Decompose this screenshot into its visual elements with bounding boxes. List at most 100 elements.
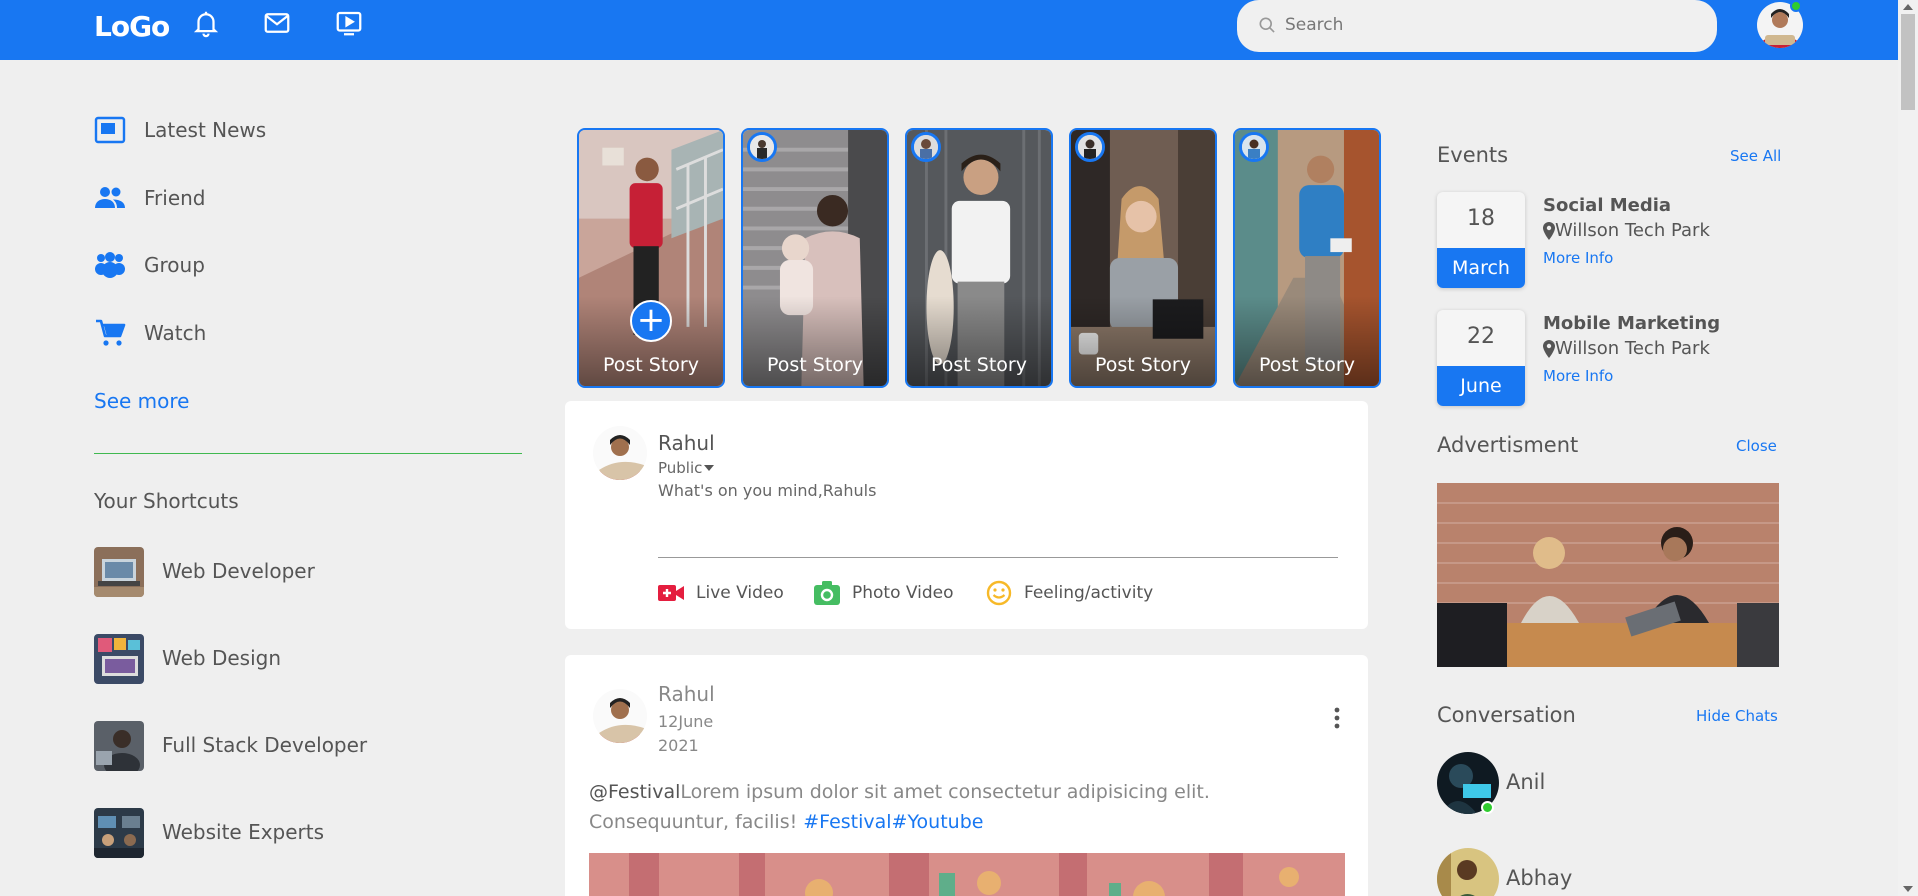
post-body: @FestivalLorem ipsum dolor sit amet cons…: [589, 777, 1349, 837]
search-input[interactable]: [1285, 10, 1685, 40]
post-image[interactable]: [589, 853, 1345, 896]
sidebar-item-label: Watch: [144, 321, 207, 345]
composer-divider: [658, 557, 1338, 558]
sidebar-item-watch[interactable]: Watch: [94, 316, 206, 350]
story-label: Post Story: [767, 354, 863, 376]
sidebar-item-label: Friend: [144, 186, 206, 210]
post-composer-input[interactable]: [658, 481, 1158, 500]
author-name[interactable]: Rahul: [658, 682, 715, 706]
event-more-info-link[interactable]: More Info: [1543, 249, 1613, 267]
live-video-icon: [658, 585, 684, 601]
scroll-down-arrow[interactable]: [1903, 886, 1913, 892]
contact-name: Abhay: [1506, 866, 1573, 890]
event-date-card: 18 March: [1437, 192, 1525, 288]
shortcut-label: Full Stack Developer: [162, 733, 368, 757]
contact-avatar: [1437, 848, 1499, 896]
event-month: March: [1437, 248, 1525, 288]
event-day: 22: [1467, 324, 1495, 349]
events-heading: Events: [1437, 143, 1509, 167]
sidebar-item-label: Latest News: [144, 118, 267, 142]
live-video-button[interactable]: Live Video: [658, 579, 784, 607]
shortcut-label: Web Design: [162, 646, 282, 670]
sidebar-item-friend[interactable]: Friend: [94, 181, 206, 215]
map-pin-icon: [1543, 339, 1555, 358]
story-author-avatar: [1239, 132, 1269, 162]
story-author-avatar: [1075, 132, 1105, 162]
event-location: Willson Tech Park: [1543, 338, 1710, 359]
close-advertisement-link[interactable]: Close: [1736, 437, 1777, 455]
scroll-thumb[interactable]: [1901, 14, 1915, 110]
sidebar-item-label: Group: [144, 253, 205, 277]
more-options-icon[interactable]: [1325, 705, 1349, 731]
event-location-text: Willson Tech Park: [1555, 338, 1710, 359]
story-label: Post Story: [603, 354, 699, 376]
event-location: Willson Tech Park: [1543, 220, 1710, 241]
hide-chats-link[interactable]: Hide Chats: [1696, 707, 1778, 725]
sidebar-item-latest-news[interactable]: Latest News: [94, 113, 266, 147]
sidebar-item-group[interactable]: Group: [94, 248, 205, 282]
shortcuts-heading: Your Shortcuts: [94, 489, 239, 513]
search-icon: [1259, 17, 1275, 33]
story-card[interactable]: Post Story: [905, 128, 1053, 388]
bell-icon[interactable]: [191, 8, 221, 38]
caret-down-icon: [704, 465, 715, 471]
add-story-button[interactable]: +: [630, 300, 672, 342]
smiley-icon: [986, 580, 1012, 606]
action-label: Feeling/activity: [1024, 583, 1154, 603]
see-all-events-link[interactable]: See All: [1730, 147, 1781, 165]
author-name: Rahul: [658, 431, 715, 455]
mail-icon[interactable]: [262, 8, 292, 38]
post-mention[interactable]: @Festival: [589, 781, 680, 803]
author-avatar[interactable]: [593, 426, 647, 480]
story-label: Post Story: [931, 354, 1027, 376]
shortcut-label: Website Experts: [162, 820, 325, 844]
friends-icon: [95, 187, 125, 208]
photo-video-button[interactable]: Photo Video: [814, 579, 954, 607]
feeling-activity-button[interactable]: Feeling/activity: [986, 579, 1153, 607]
post-year: 2021: [658, 736, 699, 755]
story-label: Post Story: [1259, 354, 1355, 376]
visibility-label: Public: [658, 459, 703, 477]
visibility-dropdown[interactable]: Public: [658, 459, 715, 477]
video-play-icon[interactable]: [334, 8, 364, 38]
create-post-card: Rahul Public Live Video Photo Video Feel…: [565, 401, 1368, 629]
conversation-heading: Conversation: [1437, 703, 1576, 727]
contact-name: Anil: [1506, 770, 1546, 794]
advertisement-image[interactable]: [1437, 483, 1779, 667]
story-card[interactable]: Post Story: [741, 128, 889, 388]
feed-post-card: Rahul 12June 2021 @FestivalLorem ipsum d…: [565, 655, 1368, 896]
story-card[interactable]: Post Story: [1069, 128, 1217, 388]
event-name[interactable]: Social Media: [1543, 195, 1671, 216]
online-indicator: [1481, 801, 1494, 814]
map-pin-icon: [1543, 221, 1555, 240]
event-day: 18: [1467, 206, 1495, 231]
logo[interactable]: LoGo: [94, 10, 170, 43]
shortcut-thumbnail: [94, 634, 144, 684]
story-author-avatar: [747, 132, 777, 162]
story-card[interactable]: + Post Story: [577, 128, 725, 388]
event-date-card: 22 June: [1437, 310, 1525, 406]
sidebar-divider: [94, 453, 522, 454]
post-hashtags[interactable]: #Festival#Youtube: [803, 811, 983, 833]
event-name[interactable]: Mobile Marketing: [1543, 313, 1720, 334]
see-more-link[interactable]: See more: [94, 389, 189, 413]
story-author-avatar: [911, 132, 941, 162]
story-label: Post Story: [1095, 354, 1191, 376]
shortcut-thumbnail: [94, 808, 144, 858]
event-more-info-link[interactable]: More Info: [1543, 367, 1613, 385]
shortcut-thumbnail: [94, 721, 144, 771]
event-month: June: [1437, 366, 1525, 406]
news-icon: [94, 116, 126, 144]
story-card[interactable]: Post Story: [1233, 128, 1381, 388]
shortcut-thumbnail: [94, 547, 144, 597]
scroll-up-arrow[interactable]: [1903, 4, 1913, 10]
author-avatar[interactable]: [593, 689, 647, 743]
online-indicator: [1790, 0, 1802, 12]
shortcut-label: Web Developer: [162, 559, 315, 583]
event-location-text: Willson Tech Park: [1555, 220, 1710, 241]
advertisement-heading: Advertisment: [1437, 433, 1579, 457]
post-date: 12June: [658, 712, 714, 731]
top-navbar: LoGo: [0, 0, 1898, 60]
page-scrollbar[interactable]: [1898, 0, 1918, 896]
action-label: Photo Video: [852, 583, 954, 603]
